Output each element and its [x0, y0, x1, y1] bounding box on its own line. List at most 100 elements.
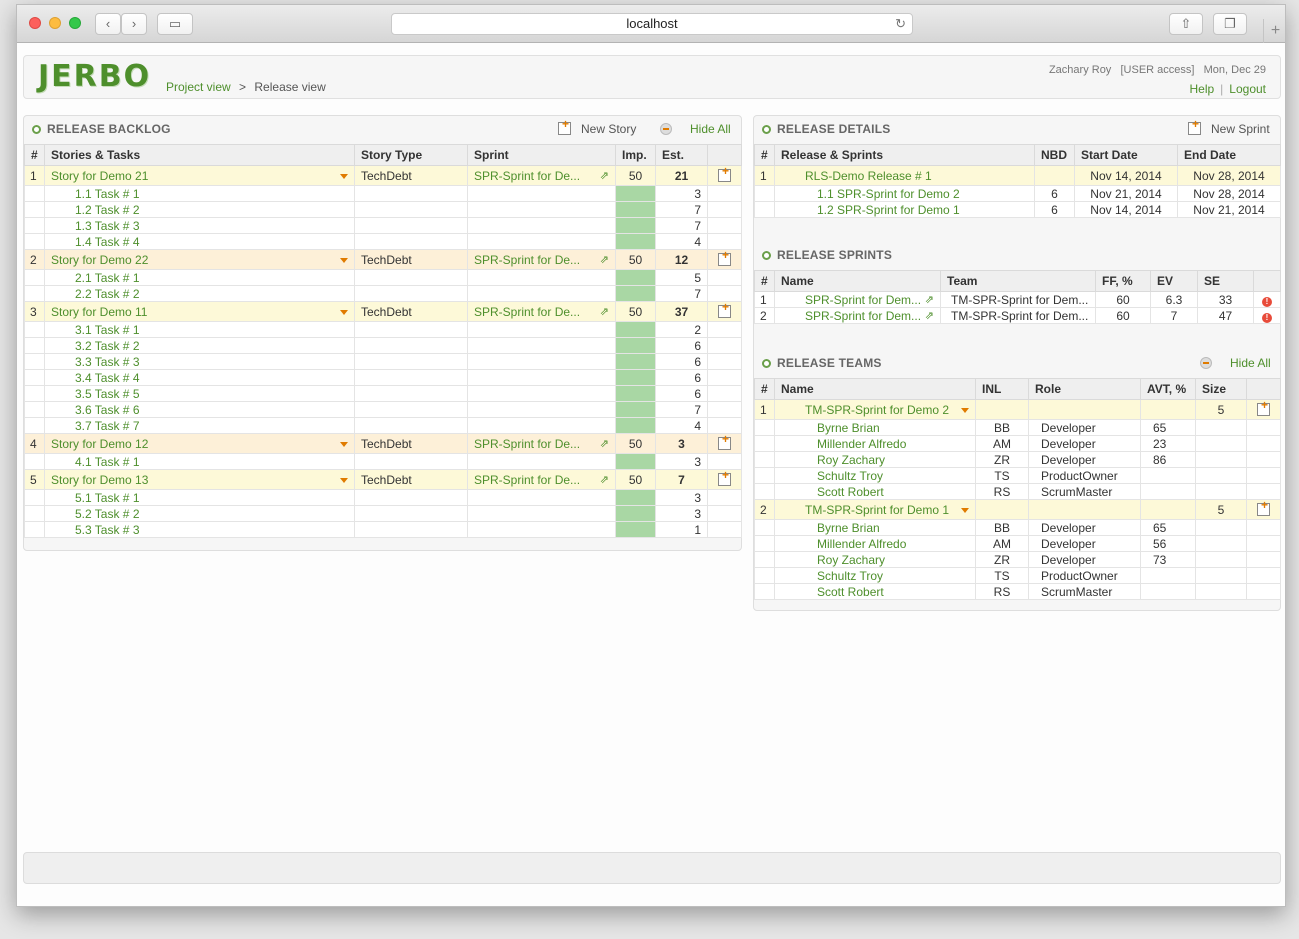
estimate[interactable]: 1 — [655, 521, 708, 538]
dropdown-arrow-icon[interactable] — [340, 309, 348, 315]
task-row[interactable]: 5.3 Task # 3 1 — [24, 521, 742, 538]
col-avt[interactable]: AVT, % — [1140, 378, 1196, 400]
story-row[interactable]: 4 Story for Demo 12 TechDebt SPR-Sprint for… — [24, 433, 742, 454]
member-row[interactable]: Scott Robert RS ScrumMaster — [754, 483, 1281, 500]
member-row[interactable]: Byrne Brian BB Developer 65 — [754, 419, 1281, 436]
estimate[interactable]: 6 — [655, 337, 708, 354]
estimate[interactable]: 12 — [655, 249, 708, 270]
sprint-name-text[interactable]: SPR-Sprint for De... — [474, 169, 580, 183]
add-task-icon[interactable] — [718, 471, 731, 486]
task-row[interactable]: 1.4 Task # 4 4 — [24, 233, 742, 250]
teams-hide-all-button[interactable]: Hide All — [1200, 356, 1271, 370]
importance[interactable]: 50 — [615, 433, 656, 454]
new-tab-button[interactable]: + — [1263, 19, 1285, 43]
estimate[interactable]: 7 — [655, 469, 708, 490]
task-name[interactable]: 5.3 Task # 3 — [44, 521, 355, 538]
logout-link[interactable]: Logout — [1229, 82, 1266, 96]
hide-all-button[interactable]: Hide All — [660, 122, 731, 136]
col-sprint[interactable]: Sprint — [467, 144, 616, 166]
team-name-text[interactable]: TM-SPR-Sprint for Demo 2 — [805, 403, 949, 417]
story-name[interactable]: Story for Demo 22 — [44, 249, 355, 270]
sprint-link[interactable]: SPR-Sprint for De... ⇗ — [467, 165, 616, 186]
col-start-date[interactable]: Start Date — [1074, 144, 1178, 166]
estimate[interactable]: 21 — [655, 165, 708, 186]
sprint-link[interactable]: SPR-Sprint for De... ⇗ — [467, 469, 616, 490]
external-link-icon[interactable]: ⇗ — [600, 437, 609, 451]
task-row[interactable]: 5.1 Task # 1 3 — [24, 489, 742, 506]
add-member-cell[interactable] — [1246, 399, 1281, 420]
col-name[interactable]: Name — [774, 378, 976, 400]
estimate[interactable]: 3 — [655, 453, 708, 470]
member-row[interactable]: Roy Zachary ZR Developer 86 — [754, 451, 1281, 468]
col-index[interactable]: # — [24, 144, 45, 166]
release-row[interactable]: 1 RLS-Demo Release # 1 Nov 14, 2014 Nov 28,… — [754, 165, 1281, 186]
dropdown-arrow-icon[interactable] — [340, 477, 348, 483]
task-name[interactable]: 3.5 Task # 5 — [44, 385, 355, 402]
col-inl[interactable]: INL — [975, 378, 1029, 400]
reload-icon[interactable]: ↻ — [895, 14, 906, 34]
col-role[interactable]: Role — [1028, 378, 1141, 400]
warning-icon[interactable]: ! — [1262, 312, 1272, 323]
tabs-button[interactable]: ❐ — [1213, 13, 1247, 35]
estimate[interactable]: 2 — [655, 321, 708, 338]
member-name[interactable]: Millender Alfredo — [774, 535, 976, 552]
sprint-row[interactable]: 2 SPR-Sprint for Dem... ⇗ TM-SPR-Sprint for… — [754, 307, 1281, 324]
estimate[interactable]: 6 — [655, 385, 708, 402]
sprint-name-text[interactable]: SPR-Sprint for De... — [474, 305, 580, 319]
task-row[interactable]: 3.3 Task # 3 6 — [24, 353, 742, 370]
story-row[interactable]: 3 Story for Demo 11 TechDebt SPR-Sprint for… — [24, 301, 742, 322]
estimate[interactable]: 37 — [655, 301, 708, 322]
task-row[interactable]: 2.1 Task # 1 5 — [24, 269, 742, 286]
task-name[interactable]: 3.1 Task # 1 — [44, 321, 355, 338]
task-row[interactable]: 3.4 Task # 4 6 — [24, 369, 742, 386]
forward-button[interactable]: › — [121, 13, 147, 35]
story-name-text[interactable]: Story for Demo 21 — [51, 169, 148, 183]
estimate[interactable]: 3 — [655, 433, 708, 454]
member-row[interactable]: Millender Alfredo AM Developer 56 — [754, 535, 1281, 552]
estimate[interactable]: 7 — [655, 201, 708, 218]
sprint-row[interactable]: 1 SPR-Sprint for Dem... ⇗ TM-SPR-Sprint for… — [754, 291, 1281, 308]
member-row[interactable]: Scott Robert RS ScrumMaster — [754, 583, 1281, 600]
back-button[interactable]: ‹ — [95, 13, 121, 35]
task-name[interactable]: 1.4 Task # 4 — [44, 233, 355, 250]
add-task-icon[interactable] — [718, 435, 731, 450]
help-link[interactable]: Help — [1189, 82, 1214, 96]
col-end-date[interactable]: End Date — [1177, 144, 1281, 166]
sprint-name[interactable]: SPR-Sprint for Dem... ⇗ — [774, 291, 941, 308]
col-team[interactable]: Team — [940, 270, 1096, 292]
task-name[interactable]: 5.2 Task # 2 — [44, 505, 355, 522]
col-index[interactable]: # — [754, 144, 775, 166]
member-name[interactable]: Schultz Troy — [774, 567, 976, 584]
dropdown-arrow-icon[interactable] — [961, 507, 969, 513]
task-row[interactable]: 1.3 Task # 3 7 — [24, 217, 742, 234]
member-name[interactable]: Roy Zachary — [774, 551, 976, 568]
add-task-cell[interactable] — [707, 301, 742, 322]
task-name[interactable]: 3.7 Task # 7 — [44, 417, 355, 434]
task-row[interactable]: 3.2 Task # 2 6 — [24, 337, 742, 354]
story-name[interactable]: Story for Demo 11 — [44, 301, 355, 322]
add-task-icon[interactable] — [718, 303, 731, 318]
add-task-icon[interactable] — [718, 251, 731, 266]
col-nbd[interactable]: NBD — [1034, 144, 1075, 166]
col-ff[interactable]: FF, % — [1095, 270, 1151, 292]
story-name-text[interactable]: Story for Demo 11 — [51, 305, 147, 319]
sprint-row[interactable]: 1.1 SPR-Sprint for Demo 2 6 Nov 21, 2014 No… — [754, 185, 1281, 202]
add-task-cell[interactable] — [707, 469, 742, 490]
estimate[interactable]: 7 — [655, 285, 708, 302]
sprint-name-text[interactable]: SPR-Sprint for De... — [474, 473, 580, 487]
estimate[interactable]: 6 — [655, 353, 708, 370]
importance[interactable]: 50 — [615, 301, 656, 322]
dropdown-arrow-icon[interactable] — [340, 441, 348, 447]
task-row[interactable]: 4.1 Task # 1 3 — [24, 453, 742, 470]
estimate[interactable]: 4 — [655, 233, 708, 250]
new-story-button[interactable]: New Story — [558, 117, 636, 136]
story-name[interactable]: Story for Demo 12 — [44, 433, 355, 454]
task-row[interactable]: 3.6 Task # 6 7 — [24, 401, 742, 418]
task-name[interactable]: 3.3 Task # 3 — [44, 353, 355, 370]
estimate[interactable]: 3 — [655, 489, 708, 506]
estimate[interactable]: 4 — [655, 417, 708, 434]
dropdown-arrow-icon[interactable] — [340, 173, 348, 179]
col-ev[interactable]: EV — [1150, 270, 1198, 292]
col-index[interactable]: # — [754, 270, 775, 292]
col-estimate[interactable]: Est. — [655, 144, 708, 166]
